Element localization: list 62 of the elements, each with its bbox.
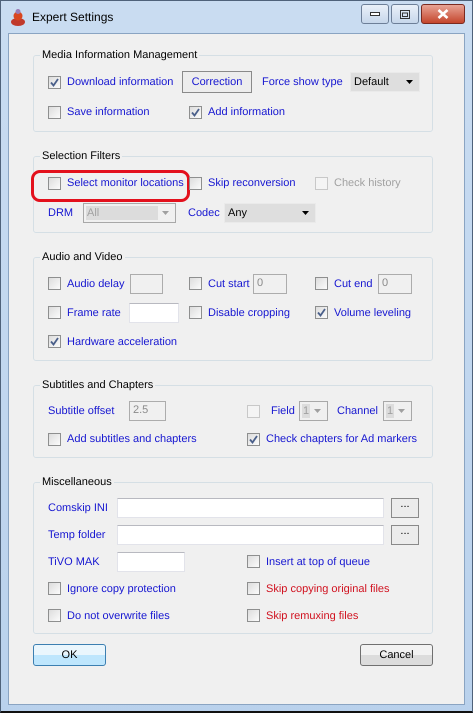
browse-button[interactable]: ...: [391, 498, 419, 518]
window-title: Expert Settings: [32, 10, 114, 24]
checkbox[interactable]: Disable cropping: [189, 306, 290, 319]
field-label: Force show type: [262, 76, 344, 88]
caret-icon: [302, 211, 309, 215]
checkbox[interactable]: Ignore copy protection: [48, 582, 176, 595]
browse-button[interactable]: ...: [391, 524, 419, 544]
app-icon: [10, 8, 26, 26]
checkbox[interactable]: Cut end: [315, 277, 373, 290]
group-title: Media Information Management: [41, 49, 198, 61]
check-icon: [50, 78, 59, 86]
field-label: Subtitle offset: [48, 405, 116, 417]
input-field[interactable]: [117, 524, 384, 544]
checkbox[interactable]: Audio delay: [48, 277, 124, 290]
checkbox[interactable]: Check chapters for Ad markers: [247, 432, 418, 446]
field-label: Channel: [337, 405, 379, 417]
caret-icon: [162, 211, 169, 215]
group-title: Subtitles and Chapters: [41, 379, 154, 391]
field-label: DRM: [48, 207, 74, 219]
checkbox[interactable]: Volume leveling: [315, 306, 412, 319]
field-label: Comskip INI: [48, 502, 109, 514]
checkbox[interactable]: Skip copying original files: [247, 582, 390, 595]
check-icon: [191, 108, 200, 116]
input-field[interactable]: [129, 302, 179, 322]
field-label: Temp folder: [48, 528, 106, 540]
caret-icon: [314, 409, 321, 413]
group-title: Audio and Video: [41, 251, 124, 263]
cancel-button[interactable]: Cancel: [360, 644, 433, 666]
caret-icon: [406, 80, 413, 84]
correction-button[interactable]: Correction: [182, 71, 252, 93]
close-icon: [437, 9, 449, 19]
check-icon: [249, 434, 258, 444]
checkbox[interactable]: Save information: [48, 106, 150, 118]
close-button[interactable]: [421, 4, 465, 24]
maximize-icon: [400, 10, 410, 18]
input-field[interactable]: [117, 552, 185, 572]
checkbox[interactable]: Skip remuxing files: [247, 609, 358, 622]
checkbox[interactable]: Cut start: [189, 277, 250, 290]
checkbox[interactable]: Frame rate: [48, 306, 121, 319]
checkbox[interactable]: Select monitor locations: [48, 176, 184, 190]
checkbox[interactable]: Insert at top of queue: [247, 555, 370, 568]
check-icon: [317, 308, 326, 317]
check-icon: [50, 337, 59, 346]
checkbox[interactable]: Add information: [189, 106, 286, 118]
ok-button[interactable]: OK: [33, 644, 106, 666]
dropdown[interactable]: Any: [224, 203, 316, 223]
minimize-icon: [370, 12, 380, 16]
caret-icon: [398, 409, 405, 413]
checkbox[interactable]: Add subtitles and chapters: [48, 432, 197, 446]
field-label: Codec: [188, 207, 221, 219]
input-field[interactable]: [117, 498, 384, 518]
field-label: TiVO MAK: [48, 556, 101, 568]
maximize-button[interactable]: [391, 4, 419, 24]
checkbox[interactable]: Download information: [48, 76, 174, 88]
field-label: Field: [271, 405, 296, 417]
group-title: Miscellaneous: [41, 476, 113, 488]
dropdown[interactable]: Default: [350, 72, 420, 92]
minimize-button[interactable]: [361, 4, 389, 24]
checkbox[interactable]: Do not overwrite files: [48, 609, 170, 622]
checkbox[interactable]: Hardware acceleration: [48, 335, 178, 348]
checkbox[interactable]: Skip reconversion: [189, 176, 296, 190]
group-title: Selection Filters: [41, 150, 122, 162]
